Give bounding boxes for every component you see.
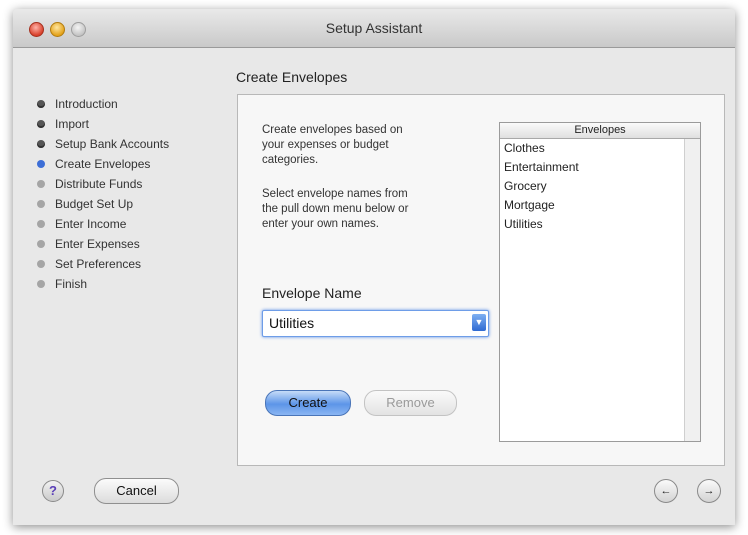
- content-panel: Create envelopes based on your expenses …: [237, 94, 725, 466]
- help-button[interactable]: ?: [42, 480, 64, 502]
- step-bullet-icon: [37, 100, 45, 108]
- title-bar: Setup Assistant: [13, 9, 735, 48]
- list-item[interactable]: Grocery: [500, 177, 700, 196]
- step-label: Import: [55, 117, 90, 131]
- step-label: Enter Expenses: [55, 237, 140, 251]
- step-bullet-icon: [37, 140, 45, 148]
- step-bullet-icon: [37, 240, 45, 248]
- cancel-button[interactable]: Cancel: [94, 478, 179, 504]
- step-label: Finish: [55, 277, 88, 291]
- step-label: Enter Income: [55, 217, 127, 231]
- window-title: Setup Assistant: [325, 20, 423, 36]
- envelope-name-value[interactable]: Utilities: [269, 315, 314, 331]
- step-item: Setup Bank Accounts: [37, 134, 237, 154]
- step-item: Distribute Funds: [37, 174, 237, 194]
- step-bullet-icon: [37, 160, 45, 168]
- list-item[interactable]: Utilities: [500, 215, 700, 234]
- step-label: Set Preferences: [55, 257, 142, 271]
- step-label: Create Envelopes: [55, 157, 151, 171]
- step-label: Budget Set Up: [55, 197, 134, 211]
- list-item[interactable]: Entertainment: [500, 158, 700, 177]
- step-bullet-icon: [37, 280, 45, 288]
- step-label: Setup Bank Accounts: [55, 137, 170, 151]
- remove-button[interactable]: Remove: [364, 390, 457, 416]
- setup-assistant-window: Setup Assistant Introduction Import Setup …: [13, 9, 735, 525]
- envelopes-list[interactable]: Envelopes Clothes Entertainment Grocery …: [499, 122, 701, 442]
- create-button[interactable]: Create: [265, 390, 351, 416]
- step-item: Set Preferences: [37, 254, 237, 274]
- list-item[interactable]: Mortgage: [500, 196, 700, 215]
- instructions-text-2: Select envelope names from the pull down…: [262, 188, 409, 230]
- step-label: Introduction: [55, 97, 118, 111]
- instructions-text-1: Create envelopes based on your expenses …: [262, 124, 403, 166]
- step-item: Finish: [37, 274, 237, 294]
- list-scrollbar[interactable]: [684, 139, 700, 441]
- step-item: Create Envelopes: [37, 154, 237, 174]
- step-item: Budget Set Up: [37, 194, 237, 214]
- page-title: Create Envelopes: [236, 69, 348, 85]
- list-item[interactable]: Clothes: [500, 139, 700, 158]
- step-bullet-icon: [37, 260, 45, 268]
- envelopes-column-header[interactable]: Envelopes: [500, 123, 700, 139]
- step-item: Enter Income: [37, 214, 237, 234]
- step-item: Introduction: [37, 94, 237, 114]
- step-bullet-icon: [37, 180, 45, 188]
- step-bullet-icon: [37, 120, 45, 128]
- envelope-name-combobox[interactable]: Utilities ▼: [262, 310, 489, 337]
- step-list: Introduction Import Setup Bank Accounts Cre…: [37, 94, 237, 294]
- step-label: Distribute Funds: [55, 177, 143, 191]
- arrow-back-icon[interactable]: ←: [654, 479, 678, 503]
- dropdown-arrow-icon[interactable]: ▼: [472, 314, 486, 331]
- envelope-name-label: Envelope Name: [262, 285, 362, 301]
- step-bullet-icon: [37, 220, 45, 228]
- step-item: Import: [37, 114, 237, 134]
- arrow-forward-icon[interactable]: →: [697, 479, 721, 503]
- step-item: Enter Expenses: [37, 234, 237, 254]
- step-bullet-icon: [37, 200, 45, 208]
